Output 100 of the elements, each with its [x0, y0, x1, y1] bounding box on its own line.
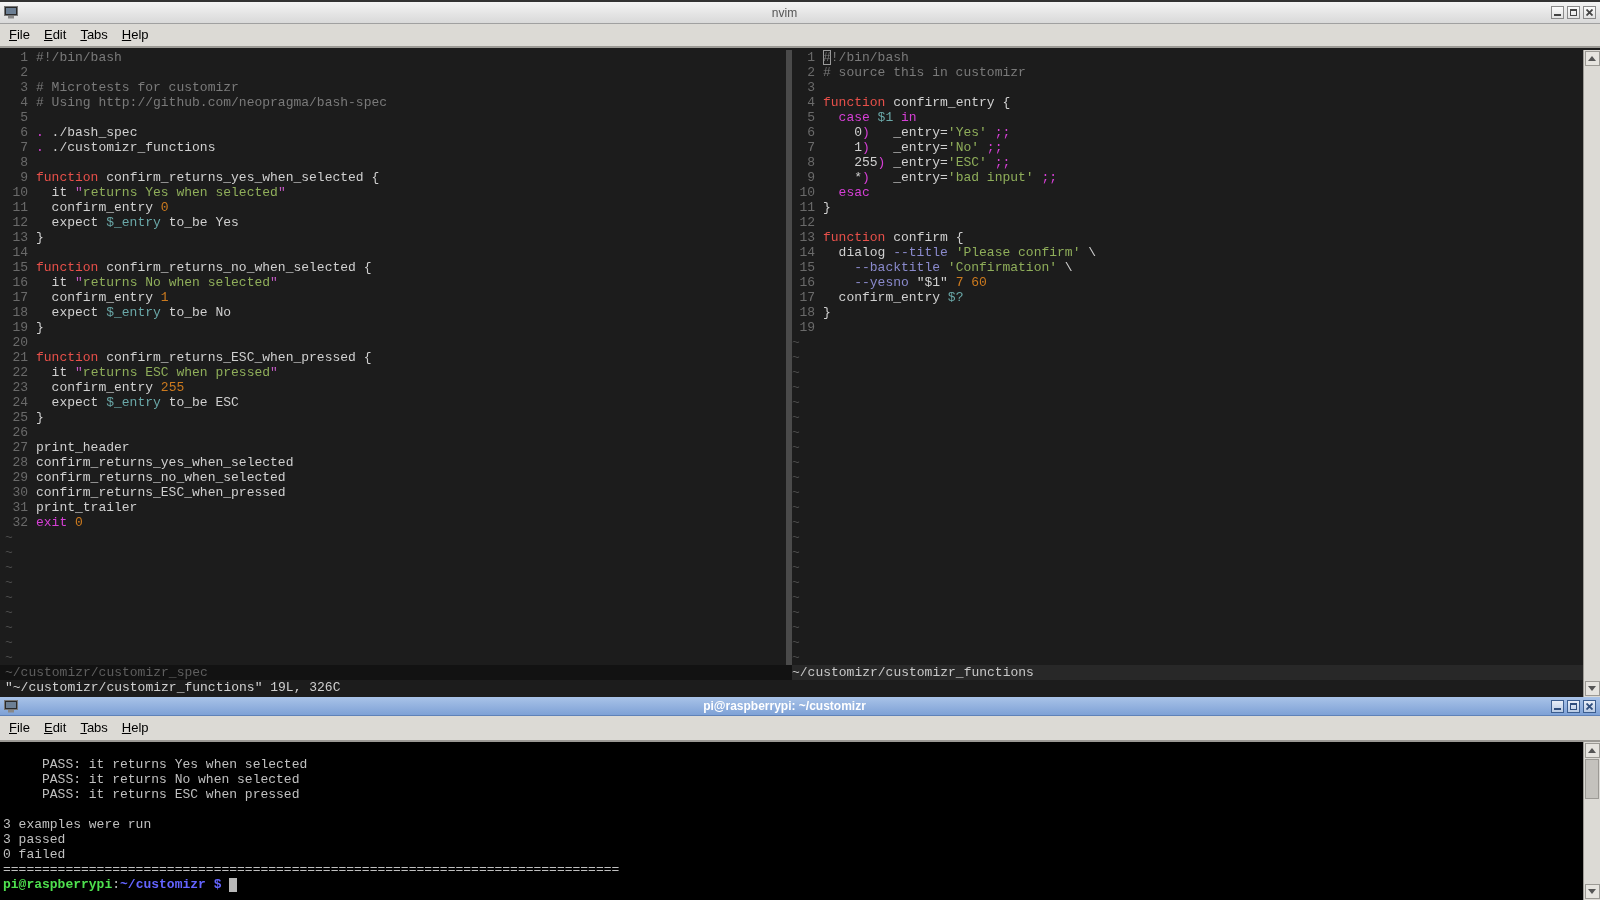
code-line: 255) _entry='ESC' ;; [853, 155, 1011, 170]
maximize-button[interactable] [1567, 699, 1580, 713]
empty-line-marker: ~ [792, 605, 800, 620]
line-number: 1 [19, 50, 28, 65]
code-line: dialog --title 'Please confirm' \ [837, 245, 1097, 260]
empty-line-marker: ~ [792, 350, 800, 365]
empty-line-marker: ~ [792, 470, 800, 485]
close-button[interactable] [1583, 699, 1596, 713]
scrollbar[interactable] [1583, 50, 1600, 697]
line-number: 9 [19, 170, 28, 185]
code-line: function confirm_returns_ESC_when_pressed { [36, 350, 372, 365]
code-line: esac [837, 185, 870, 200]
line-number: 15 [11, 260, 28, 275]
line-number: 4 [19, 95, 28, 110]
line-number: 14 [11, 245, 28, 260]
empty-line-marker: ~ [5, 620, 13, 635]
line-number: 18 [798, 305, 815, 320]
code-line: function confirm_returns_yes_when_selected { [36, 170, 380, 185]
empty-line-marker: ~ [5, 530, 13, 545]
line-number: 5 [806, 110, 815, 125]
code-line: } [36, 410, 44, 425]
terminal-output-line: 3 passed [3, 832, 66, 847]
close-icon [1586, 9, 1593, 16]
empty-line-marker: ~ [792, 635, 800, 650]
close-button[interactable] [1583, 6, 1596, 19]
empty-line-marker: ~ [792, 575, 800, 590]
code-line: it "returns ESC when pressed" [50, 365, 278, 380]
menu-item[interactable]: Edit [38, 25, 72, 45]
terminal-output-line: 3 examples were run [3, 817, 152, 832]
code-line: print_trailer [36, 500, 138, 515]
line-number: 28 [11, 455, 28, 470]
code-line: function confirm { [823, 230, 964, 245]
line-number: 13 [11, 230, 28, 245]
terminal-output-line: =============================================================================== [3, 862, 620, 877]
code-line: it "returns Yes when selected" [50, 185, 286, 200]
empty-line-marker: ~ [792, 500, 800, 515]
code-line: confirm_returns_ESC_when_pressed [36, 485, 286, 500]
empty-line-marker: ~ [792, 425, 800, 440]
code-line: # Microtests for customizr [36, 80, 239, 95]
code-line: function confirm_entry { [823, 95, 1011, 110]
scroll-down-button[interactable] [1584, 681, 1600, 696]
empty-line-marker: ~ [5, 635, 13, 650]
code-line: } [36, 320, 44, 335]
terminal-icon [4, 699, 18, 713]
scroll-down-button[interactable] [1584, 884, 1600, 899]
line-number: 14 [798, 245, 815, 260]
scroll-up-button[interactable] [1584, 51, 1600, 66]
code-line: 1) _entry='No' ;; [853, 140, 1003, 155]
code-line: *) _entry='bad input' ;; [853, 170, 1058, 185]
scrollbar[interactable] [1583, 742, 1600, 900]
code-line: confirm_entry $? [837, 290, 964, 305]
menu-item[interactable]: File [4, 25, 35, 45]
line-number: 17 [11, 290, 28, 305]
empty-line-marker: ~ [792, 395, 800, 410]
empty-line-marker: ~ [792, 440, 800, 455]
up-arrow-icon [1588, 748, 1596, 753]
code-line: # source this in customizr [823, 65, 1026, 80]
code-line: it "returns No when selected" [50, 275, 278, 290]
menu-item[interactable]: Help [116, 718, 154, 738]
terminal-icon [4, 6, 18, 19]
code-line: #!/bin/bash [36, 50, 122, 65]
down-arrow-icon [1588, 889, 1596, 894]
line-number: 22 [11, 365, 28, 380]
line-number: 2 [19, 65, 28, 80]
code-line: function confirm_returns_no_when_selected { [36, 260, 372, 275]
menu-item[interactable]: Edit [38, 718, 72, 738]
line-number: 10 [798, 185, 815, 200]
line-number: 21 [11, 350, 28, 365]
code-line: confirm_returns_yes_when_selected [36, 455, 294, 470]
code-line: } [823, 305, 831, 320]
empty-line-marker: ~ [792, 380, 800, 395]
line-number: 12 [11, 215, 28, 230]
line-number: 11 [798, 200, 815, 215]
code-line: . ./bash_spec [36, 125, 138, 140]
empty-line-marker: ~ [792, 530, 800, 545]
line-number: 7 [19, 140, 28, 155]
empty-line-marker: ~ [792, 455, 800, 470]
code-line: case $1 in [837, 110, 917, 125]
scrollbar-thumb[interactable] [1585, 759, 1599, 799]
maximize-icon [1570, 9, 1577, 16]
menu-item[interactable]: Tabs [75, 718, 113, 738]
menu-item[interactable]: File [4, 718, 35, 738]
minimize-button[interactable] [1551, 699, 1564, 713]
line-number: 3 [19, 80, 28, 95]
line-number: 1 [806, 50, 815, 65]
line-number: 4 [806, 95, 815, 110]
terminal-output-line: PASS: it returns No when selected [41, 772, 300, 787]
code-line: } [36, 230, 44, 245]
text-cursor [229, 877, 238, 892]
empty-line-marker: ~ [792, 560, 800, 575]
maximize-button[interactable] [1567, 6, 1580, 19]
line-number: 10 [11, 185, 28, 200]
menu-item[interactable]: Help [116, 25, 154, 45]
code-line: expect $_entry to_be ESC [50, 395, 239, 410]
scroll-up-button[interactable] [1584, 743, 1600, 758]
empty-line-marker: ~ [792, 515, 800, 530]
minimize-button[interactable] [1551, 6, 1564, 19]
menu-item[interactable]: Tabs [75, 25, 113, 45]
close-icon [1586, 702, 1593, 710]
code-line: exit 0 [36, 515, 83, 530]
